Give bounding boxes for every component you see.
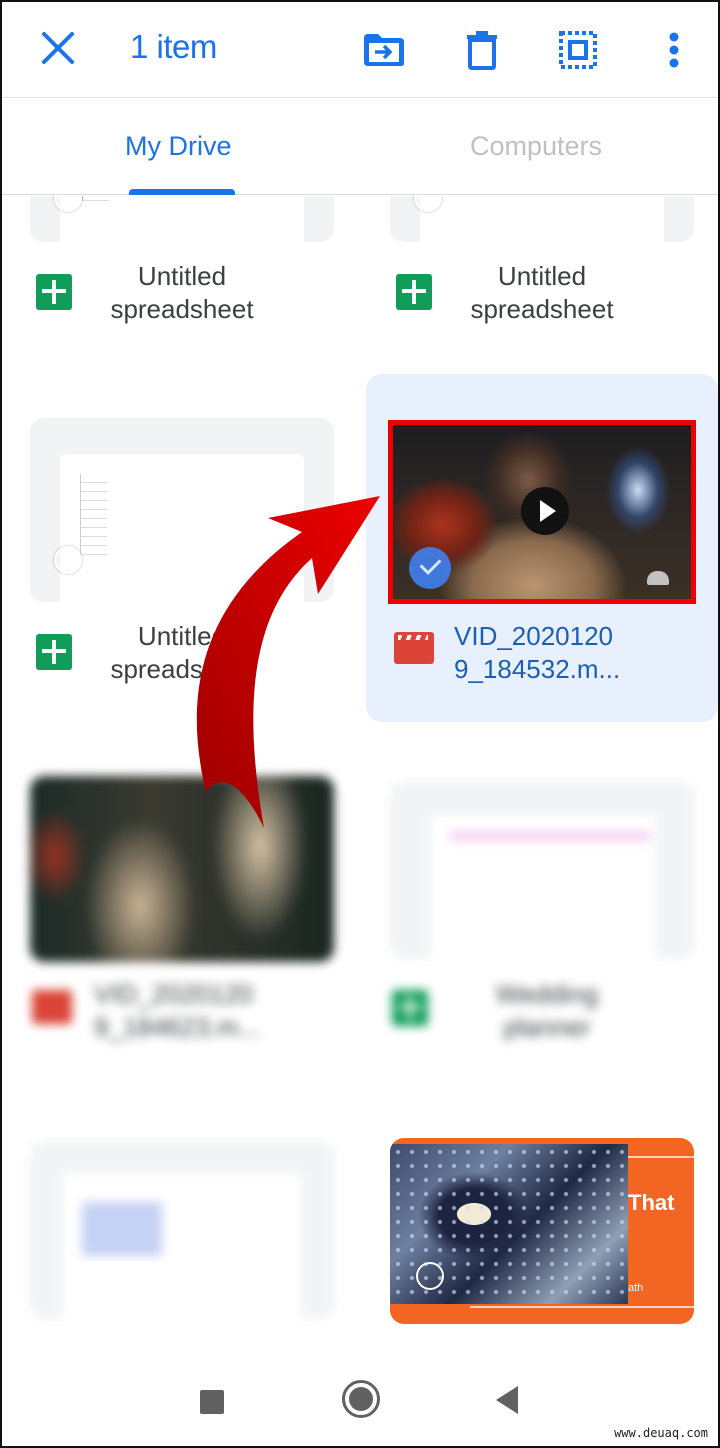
tab-my-drive[interactable]: My Drive [125,131,232,162]
select-checkbox[interactable] [54,546,82,574]
close-icon [42,32,74,64]
file-thumbnail [390,196,694,242]
recents-button[interactable] [200,1390,224,1414]
move-button[interactable] [360,26,408,74]
select-checkbox[interactable] [416,1262,444,1290]
more-vert-icon [669,32,679,68]
system-nav-bar [2,1362,718,1442]
file-grid[interactable]: Untitled spreadsheet Untitled spreadsheet … [2,196,718,1356]
file-thumbnail [30,1142,334,1318]
selected-check-icon[interactable] [409,547,451,589]
active-tab-indicator [129,189,235,195]
spreadsheet-icon [392,990,428,1026]
folder-move-icon [364,34,404,66]
video-thumbnail [30,776,334,962]
file-name: Untitled spreadsheet [110,621,254,684]
home-button[interactable] [342,1380,380,1418]
spreadsheet-icon [396,274,432,310]
file-thumbnail [30,196,334,242]
select-all-button[interactable] [554,26,602,74]
video-file-icon [394,632,434,664]
trash-icon [467,31,497,70]
spreadsheet-icon [36,274,72,310]
slide-title: That [628,1190,675,1215]
selection-toolbar: 1 item [2,2,718,98]
file-thumbnail [30,418,334,602]
slides-thumbnail: That ath [390,1138,694,1324]
delete-button[interactable] [458,26,506,74]
selection-count: 1 item [130,28,217,65]
back-button[interactable] [496,1386,518,1414]
drive-tabs: My Drive Computers [2,99,718,195]
cloud-icon [647,571,669,585]
spreadsheet-icon [36,634,72,670]
faded-labels-row: www.alphr.com Your big idea [2,1352,718,1356]
slide-subtitle: ath [628,1282,644,1294]
file-name: VID_2020120 9_184532.m... [454,621,621,684]
file-name: VID_2020120 9_184623.m... [94,979,261,1042]
file-thumbnail [390,782,694,958]
watermark: www.deuaq.com [614,1426,708,1440]
video-file-icon [32,990,72,1024]
tab-computers[interactable]: Computers [470,131,602,162]
select-all-icon [559,31,597,69]
file-name: Untitled spreadsheet [110,261,254,324]
file-name: www.alphr.com [98,1352,278,1356]
file-name: Untitled spreadsheet [470,261,614,324]
more-options-button[interactable] [650,26,698,74]
video-thumbnail [388,420,696,604]
file-name: Wedding planner [495,979,599,1042]
play-icon[interactable] [521,487,569,535]
close-selection-button[interactable] [38,28,78,68]
